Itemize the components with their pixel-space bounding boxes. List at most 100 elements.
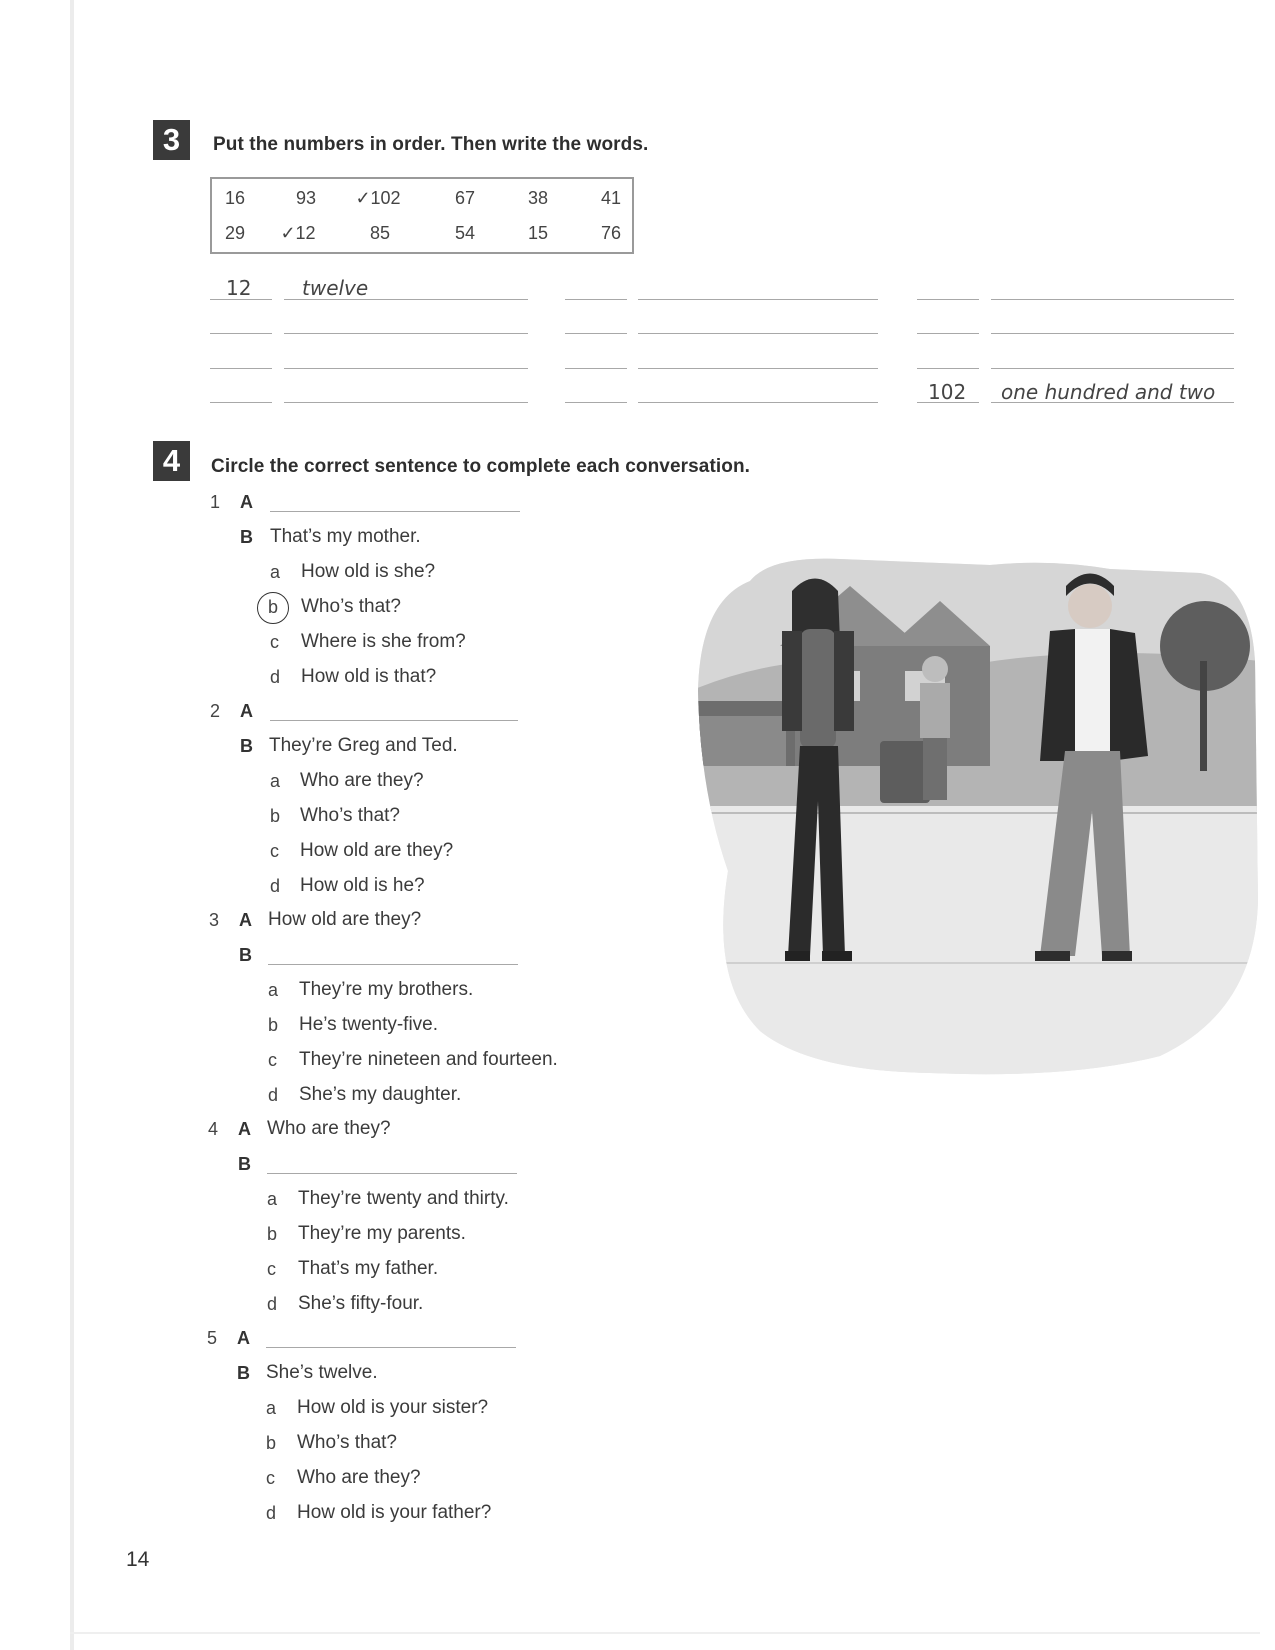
box-number: 54 (454, 223, 476, 243)
speaker-a: A (240, 701, 253, 721)
answer-line[interactable] (267, 1173, 517, 1174)
option-text[interactable]: She’s my daughter. (299, 1084, 461, 1106)
option-letter[interactable]: a (268, 980, 278, 1001)
option-text[interactable]: Who are they? (297, 1467, 421, 1489)
speaker-a: A (239, 910, 252, 930)
answer-number-line[interactable] (917, 368, 979, 369)
question-number: 1 (210, 492, 221, 512)
option-letter[interactable]: b (270, 806, 280, 827)
speaker-b: B (237, 1363, 250, 1383)
example-word: twelve (302, 276, 369, 300)
option-text[interactable]: She’s fifty-four. (298, 1293, 423, 1315)
question-number: 2 (210, 701, 221, 721)
option-letter[interactable]: d (266, 1503, 276, 1524)
answer-line[interactable] (270, 511, 520, 512)
option-letter[interactable]: a (270, 562, 280, 583)
answer-word-line[interactable] (284, 368, 528, 369)
question-number: 3 (209, 910, 220, 930)
question-number: 4 (208, 1119, 219, 1139)
page-spine (70, 0, 74, 1650)
option-text[interactable]: Who’s that? (300, 805, 400, 827)
answer-line[interactable] (266, 1347, 516, 1348)
answer-number-line[interactable] (917, 333, 979, 334)
box-number: 16 (224, 188, 246, 208)
dialogue-text: How old are they? (268, 909, 422, 930)
option-letter[interactable]: b (268, 1015, 278, 1036)
option-text[interactable]: How old is he? (300, 875, 425, 897)
answer-word-line[interactable] (991, 368, 1234, 369)
option-text[interactable]: Who are they? (300, 770, 424, 792)
option-text[interactable]: They’re my parents. (298, 1223, 466, 1245)
answer-number-line[interactable] (210, 368, 272, 369)
answer-word-line[interactable] (638, 333, 878, 334)
option-letter[interactable]: d (270, 667, 280, 688)
option-text[interactable]: They’re my brothers. (299, 979, 473, 1001)
answer-word-line[interactable] (284, 402, 528, 403)
speaker-b: B (240, 736, 253, 756)
answer-number-line[interactable] (210, 333, 272, 334)
option-letter[interactable]: c (266, 1468, 275, 1489)
option-letter[interactable]: a (267, 1189, 277, 1210)
exercise-4-badge: 4 (153, 441, 190, 481)
page-bottom-edge (70, 1632, 1260, 1634)
answer-word-line[interactable] (638, 299, 878, 300)
option-letter[interactable]: b (267, 1224, 277, 1245)
answer-number-line[interactable] (917, 299, 979, 300)
option-text[interactable]: Where is she from? (301, 631, 466, 653)
box-number: 85 (369, 223, 391, 243)
option-text[interactable]: They’re nineteen and fourteen. (299, 1049, 558, 1071)
speaker-a: A (238, 1119, 251, 1139)
answer-number-line[interactable] (565, 402, 627, 403)
option-letter[interactable]: a (270, 771, 280, 792)
answer-line[interactable] (268, 964, 518, 965)
answer-number-line[interactable] (565, 333, 627, 334)
option-text[interactable]: Who’s that? (301, 596, 401, 618)
answer-word-line[interactable] (284, 333, 528, 334)
answer-word-line[interactable] (991, 299, 1234, 300)
speaker-a: A (240, 492, 253, 512)
option-letter[interactable]: c (267, 1259, 276, 1280)
speaker-b: B (238, 1154, 251, 1174)
option-text[interactable]: How old is that? (301, 666, 436, 688)
example-word: one hundred and two (1001, 380, 1216, 404)
dialogue-text: They’re Greg and Ted. (269, 735, 458, 756)
answer-word-line[interactable] (638, 402, 878, 403)
option-text[interactable]: He’s twenty-five. (299, 1014, 438, 1036)
box-number: 76 (600, 223, 622, 243)
option-text[interactable]: How old is your father? (297, 1502, 491, 1524)
answer-word-line[interactable] (991, 333, 1234, 334)
option-letter[interactable]: a (266, 1398, 276, 1419)
option-letter[interactable]: c (270, 632, 279, 653)
example-number: 102 (928, 380, 967, 404)
example-number: 12 (226, 276, 252, 300)
option-text[interactable]: How old is your sister? (297, 1397, 488, 1419)
option-letter[interactable]: b (266, 1433, 276, 1454)
answer-number-line[interactable] (210, 402, 272, 403)
option-text[interactable]: That’s my father. (298, 1258, 438, 1280)
dialogue-text: That’s my mother. (270, 526, 421, 547)
answer-number-line[interactable] (565, 299, 627, 300)
option-letter[interactable]: b (268, 597, 278, 618)
option-letter[interactable]: d (270, 876, 280, 897)
answer-word-line[interactable] (638, 368, 878, 369)
option-letter[interactable]: c (268, 1050, 277, 1071)
number-box (210, 177, 634, 254)
option-text[interactable]: How old is she? (301, 561, 435, 583)
box-number: 15 (527, 223, 549, 243)
option-text[interactable]: How old are they? (300, 840, 453, 862)
answer-number-line[interactable] (565, 368, 627, 369)
speaker-a: A (237, 1328, 250, 1348)
option-letter[interactable]: c (270, 841, 279, 862)
option-letter[interactable]: d (268, 1085, 278, 1106)
box-number: ✓12 (280, 223, 316, 243)
option-letter[interactable]: d (267, 1294, 277, 1315)
box-number: 38 (527, 188, 549, 208)
option-text[interactable]: They’re twenty and thirty. (298, 1188, 509, 1210)
box-number: 29 (224, 223, 246, 243)
exercise-3-badge: 3 (153, 120, 190, 160)
speaker-b: B (240, 527, 253, 547)
dialogue-text: Who are they? (267, 1118, 391, 1139)
exercise-3-instruction: Put the numbers in order. Then write the… (213, 134, 649, 155)
answer-line[interactable] (270, 720, 518, 721)
option-text[interactable]: Who’s that? (297, 1432, 397, 1454)
